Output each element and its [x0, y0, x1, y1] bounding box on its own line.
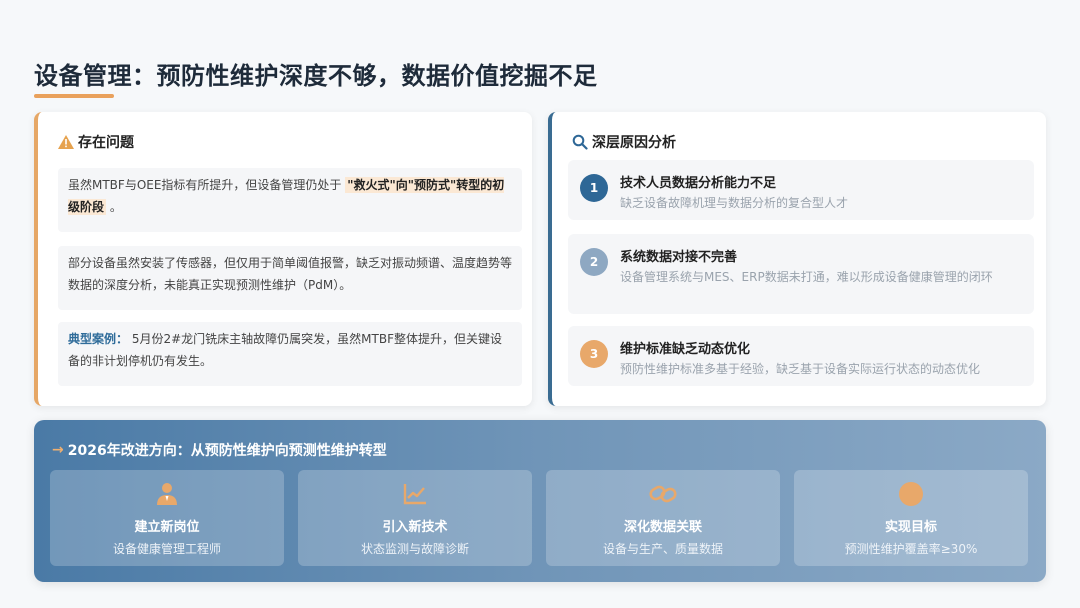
tile-sub-3: 设备与生产、质量数据: [602, 542, 723, 556]
tile-new-tech: 引入新技术 状态监测与故障诊断: [298, 470, 532, 566]
improvement-banner: → 2026年改进方向：从预防性维护向预测性维护转型 建立新岗位 设备健康管理工…: [34, 420, 1046, 582]
cause-desc-3: 预防性维护标准多基于经验，缺乏基于设备实际运行状态的动态优化: [620, 362, 981, 376]
cause-item-3: 3 维护标准缺乏动态优化 预防性维护标准多基于经验，缺乏基于设备实际运行状态的动…: [568, 326, 1034, 386]
banner-title: 2026年改进方向：从预防性维护向预测性维护转型: [67, 443, 387, 459]
warning-icon: [58, 135, 74, 149]
cause-item-1: 1 技术人员数据分析能力不足 缺乏设备故障机理与数据分析的复合型人才: [568, 160, 1034, 220]
tile-new-position: 建立新岗位 设备健康管理工程师: [50, 470, 284, 566]
target-icon: [897, 480, 925, 508]
problems-heading: 存在问题: [58, 132, 134, 152]
page-title: 设备管理：预防性维护深度不够，数据价值挖掘不足: [34, 62, 598, 90]
issue-1-suffix: 。: [106, 200, 122, 214]
causes-card: 深层原因分析 1 技术人员数据分析能力不足 缺乏设备故障机理与数据分析的复合型人…: [548, 112, 1046, 406]
tile-data-link: 深化数据关联 设备与生产、质量数据: [546, 470, 780, 566]
tile-label-4: 实现目标: [884, 520, 937, 535]
search-icon: [572, 134, 588, 150]
cause-desc-2: 设备管理系统与MES、ERP数据未打通，难以形成设备健康管理的闭环: [620, 270, 993, 284]
cause-title-1: 技术人员数据分析能力不足: [620, 176, 777, 191]
cause-number-2: 2: [580, 248, 608, 276]
tile-sub-2: 状态监测与故障诊断: [360, 542, 469, 556]
issue-item-1: 虽然MTBF与OEE指标有所提升，但设备管理仍处于 "救火式"向"预防式"转型的…: [58, 168, 522, 232]
case-text: 5月份2#龙门铣床主轴故障仍属突发，虽然MTBF整体提升，但关键设备的非计划停机…: [68, 332, 502, 368]
banner-heading: → 2026年改进方向：从预防性维护向预测性维护转型: [52, 440, 387, 460]
problems-heading-label: 存在问题: [78, 135, 134, 151]
link-icon: [649, 480, 677, 508]
cause-title-3: 维护标准缺乏动态优化: [620, 342, 751, 357]
user-icon: [153, 480, 181, 508]
chart-icon: [401, 480, 429, 508]
issue-1-text: 虽然MTBF与OEE指标有所提升，但设备管理仍处于: [68, 178, 346, 192]
causes-heading-label: 深层原因分析: [592, 135, 676, 151]
tile-label-2: 引入新技术: [382, 520, 448, 535]
cause-item-2: 2 系统数据对接不完善 设备管理系统与MES、ERP数据未打通，难以形成设备健康…: [568, 234, 1034, 314]
causes-heading: 深层原因分析: [572, 132, 676, 152]
issue-2-text: 部分设备虽然安装了传感器，但仅用于简单阈值报警，缺乏对振动频谱、温度趋势等数据的…: [68, 256, 513, 292]
issue-item-case: 典型案例： 5月份2#龙门铣床主轴故障仍属突发，虽然MTBF整体提升，但关键设备…: [58, 322, 522, 386]
cause-title-2: 系统数据对接不完善: [620, 250, 738, 265]
cause-number-3: 3: [580, 340, 608, 368]
tile-sub-4: 预测性维护覆盖率≥30%: [844, 542, 978, 556]
cause-desc-1: 缺乏设备故障机理与数据分析的复合型人才: [620, 196, 849, 210]
tile-label-1: 建立新岗位: [134, 520, 200, 535]
title-underline: [34, 94, 114, 98]
problems-card: 存在问题 虽然MTBF与OEE指标有所提升，但设备管理仍处于 "救火式"向"预防…: [34, 112, 532, 406]
case-label: 典型案例：: [68, 332, 129, 346]
cause-number-1: 1: [580, 174, 608, 202]
issue-item-2: 部分设备虽然安装了传感器，但仅用于简单阈值报警，缺乏对振动频谱、温度趋势等数据的…: [58, 246, 522, 310]
tile-sub-1: 设备健康管理工程师: [112, 542, 221, 556]
tile-label-3: 深化数据关联: [623, 520, 702, 535]
arrow-right-icon: →: [52, 442, 64, 458]
tile-target: 实现目标 预测性维护覆盖率≥30%: [794, 470, 1028, 566]
